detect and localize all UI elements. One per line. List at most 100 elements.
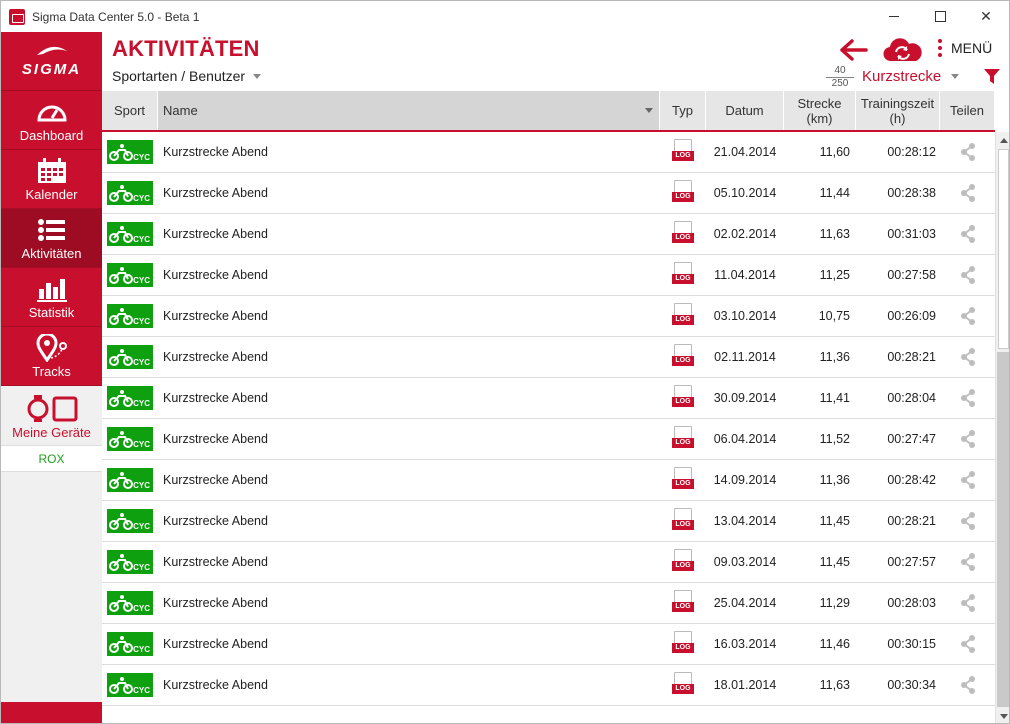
table-header: Sport Name Typ Datum Strecke (km) Trainin… bbox=[102, 91, 995, 132]
table-row[interactable]: CYC Kurzstrecke Abend LOG 11.04.2014 11,25 00… bbox=[102, 255, 995, 296]
share-cell[interactable] bbox=[940, 214, 995, 254]
table-row[interactable]: CYC Kurzstrecke Abend LOG 06.04.2014 11,52 00… bbox=[102, 419, 995, 460]
typ-cell[interactable]: LOG bbox=[660, 132, 706, 172]
cloud-sync-icon[interactable] bbox=[882, 37, 924, 63]
log-file-icon: LOG bbox=[672, 262, 694, 288]
column-header-sport[interactable]: Sport bbox=[102, 91, 158, 130]
typ-cell[interactable]: LOG bbox=[660, 296, 706, 336]
column-header-strecke[interactable]: Strecke (km) bbox=[784, 91, 856, 130]
scroll-up-button[interactable] bbox=[996, 132, 1009, 148]
table-row[interactable]: CYC Kurzstrecke Abend LOG 02.02.2014 11,63 00… bbox=[102, 214, 995, 255]
share-cell[interactable] bbox=[940, 501, 995, 541]
table-row[interactable]: CYC Kurzstrecke Abend LOG 02.11.2014 11,36 00… bbox=[102, 337, 995, 378]
table-row[interactable]: CYC Kurzstrecke Abend LOG 03.10.2014 10,75 00… bbox=[102, 296, 995, 337]
cycling-sport-badge: CYC bbox=[107, 550, 153, 574]
sport-cell: CYC bbox=[102, 296, 158, 336]
table-row[interactable]: CYC Kurzstrecke Abend LOG 05.10.2014 11,44 00… bbox=[102, 173, 995, 214]
share-cell[interactable] bbox=[940, 583, 995, 623]
share-cell[interactable] bbox=[940, 173, 995, 213]
table-row[interactable]: CYC Kurzstrecke Abend LOG 14.09.2014 11,36 00… bbox=[102, 460, 995, 501]
typ-cell[interactable]: LOG bbox=[660, 460, 706, 500]
table-row[interactable]: CYC Kurzstrecke Abend LOG 21.04.2014 11,60 00… bbox=[102, 132, 995, 173]
activity-name: Kurzstrecke Abend bbox=[163, 678, 268, 692]
scroll-thumb[interactable] bbox=[998, 149, 1009, 349]
table-row[interactable]: CYC Kurzstrecke Abend LOG 25.04.2014 11,29 00… bbox=[102, 583, 995, 624]
typ-cell[interactable]: LOG bbox=[660, 378, 706, 418]
filter-selector[interactable]: 40 250 Kurzstrecke bbox=[818, 64, 978, 89]
sport-cell: CYC bbox=[102, 665, 158, 705]
activity-date: 02.02.2014 bbox=[713, 227, 777, 241]
maximize-button[interactable] bbox=[917, 1, 963, 32]
sidebar-item-statistik[interactable]: Statistik bbox=[1, 268, 102, 327]
share-cell[interactable] bbox=[940, 255, 995, 295]
share-cell[interactable] bbox=[940, 337, 995, 377]
chevron-down-icon[interactable] bbox=[951, 74, 960, 79]
activity-name: Kurzstrecke Abend bbox=[163, 350, 268, 364]
sidebar-item-dashboard[interactable]: Dashboard bbox=[1, 91, 102, 150]
share-cell[interactable] bbox=[940, 624, 995, 664]
sidebar-item-kalender[interactable]: Kalender bbox=[1, 150, 102, 209]
activity-date: 21.04.2014 bbox=[713, 145, 777, 159]
share-icon bbox=[960, 594, 975, 612]
scroll-down-button[interactable] bbox=[996, 708, 1009, 723]
chevron-down-icon[interactable] bbox=[253, 73, 262, 79]
table-row[interactable]: CYC Kurzstrecke Abend LOG 30.09.2014 11,41 00… bbox=[102, 378, 995, 419]
filter-name: Kurzstrecke bbox=[862, 68, 942, 85]
typ-cell[interactable]: LOG bbox=[660, 583, 706, 623]
share-icon bbox=[960, 676, 975, 694]
share-cell[interactable] bbox=[940, 419, 995, 459]
table-row[interactable]: CYC Kurzstrecke Abend LOG 09.03.2014 11,45 00… bbox=[102, 542, 995, 583]
sidebar-item-tracks[interactable]: Tracks bbox=[1, 327, 102, 386]
sport-cell: CYC bbox=[102, 214, 158, 254]
speedometer-icon bbox=[36, 105, 67, 122]
share-cell[interactable] bbox=[940, 460, 995, 500]
breadcrumb-text: Sportarten / Benutzer bbox=[112, 68, 246, 84]
typ-cell[interactable]: LOG bbox=[660, 624, 706, 664]
activity-date: 06.04.2014 bbox=[713, 432, 777, 446]
sport-code: CYC bbox=[133, 481, 150, 490]
sidebar-item-label: Statistik bbox=[28, 305, 75, 320]
vertical-scrollbar[interactable] bbox=[995, 132, 1009, 723]
typ-cell[interactable]: LOG bbox=[660, 665, 706, 705]
typ-cell[interactable]: LOG bbox=[660, 214, 706, 254]
typ-cell[interactable]: LOG bbox=[660, 337, 706, 377]
device-item-rox[interactable]: ROX bbox=[1, 446, 102, 472]
table-row[interactable]: CYC Kurzstrecke Abend LOG 16.03.2014 11,46 00… bbox=[102, 624, 995, 665]
table-row[interactable]: CYC Kurzstrecke Abend LOG 18.01.2014 11,63 00… bbox=[102, 665, 995, 706]
activity-duration: 00:27:47 bbox=[887, 432, 936, 446]
sidebar-item-meine-geraete[interactable]: Meine Geräte bbox=[1, 386, 102, 446]
sidebar-item-aktivitaeten[interactable]: Aktivitäten bbox=[1, 209, 102, 268]
log-file-icon: LOG bbox=[672, 672, 694, 698]
minimize-button[interactable] bbox=[871, 1, 917, 32]
share-cell[interactable] bbox=[940, 378, 995, 418]
typ-cell[interactable]: LOG bbox=[660, 255, 706, 295]
scroll-track[interactable] bbox=[997, 352, 1009, 707]
bicycle-icon bbox=[109, 513, 133, 530]
share-cell[interactable] bbox=[940, 665, 995, 705]
sigma-logo[interactable]: SIGMA bbox=[1, 32, 102, 91]
list-icon bbox=[37, 219, 65, 241]
breadcrumb[interactable]: Sportarten / Benutzer bbox=[112, 68, 262, 84]
sport-cell: CYC bbox=[102, 501, 158, 541]
close-button[interactable]: ✕ bbox=[963, 1, 1009, 32]
sort-desc-icon bbox=[645, 108, 653, 113]
table-row[interactable]: CYC Kurzstrecke Abend LOG 13.04.2014 11,45 00… bbox=[102, 501, 995, 542]
column-header-trainingszeit[interactable]: Trainingszeit (h) bbox=[856, 91, 940, 130]
share-cell[interactable] bbox=[940, 132, 995, 172]
activity-duration: 00:27:58 bbox=[887, 268, 936, 282]
share-cell[interactable] bbox=[940, 296, 995, 336]
funnel-filter-icon[interactable] bbox=[984, 69, 1000, 84]
typ-cell[interactable]: LOG bbox=[660, 419, 706, 459]
app-logo-icon bbox=[9, 8, 25, 25]
share-cell[interactable] bbox=[940, 542, 995, 582]
column-header-typ[interactable]: Typ bbox=[660, 91, 706, 130]
page-header: AKTIVITÄTEN Sportarten / Benutzer MENÜ 4… bbox=[102, 32, 1009, 91]
typ-cell[interactable]: LOG bbox=[660, 501, 706, 541]
menu-button[interactable]: MENÜ bbox=[938, 39, 992, 57]
typ-cell[interactable]: LOG bbox=[660, 173, 706, 213]
back-arrow-icon[interactable] bbox=[840, 39, 868, 61]
column-header-datum[interactable]: Datum bbox=[706, 91, 784, 130]
typ-cell[interactable]: LOG bbox=[660, 542, 706, 582]
log-file-icon: LOG bbox=[672, 631, 694, 657]
column-header-name[interactable]: Name bbox=[158, 91, 660, 130]
